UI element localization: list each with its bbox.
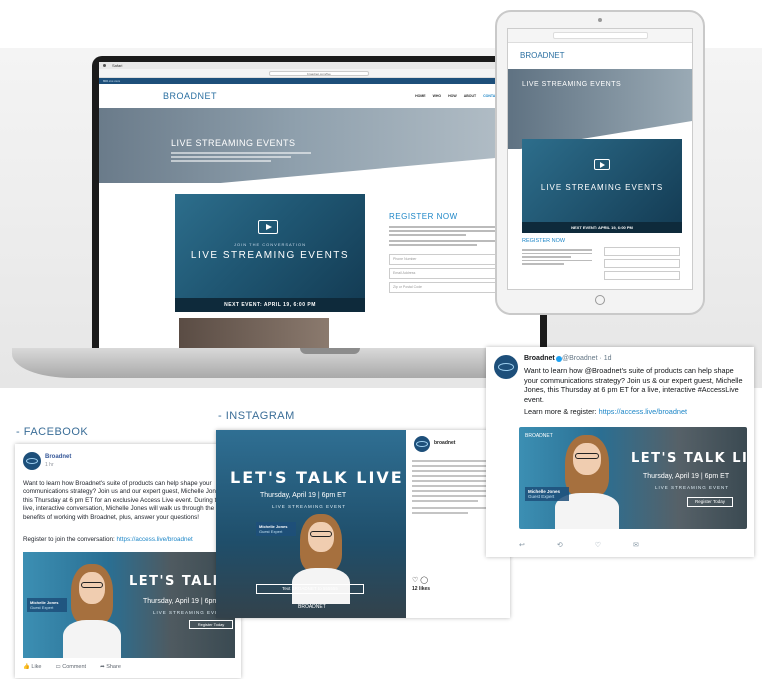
likes-count: 12 likes — [412, 586, 431, 592]
post-time: 1 hr — [45, 462, 54, 468]
heart-icon[interactable]: ♡ — [595, 541, 601, 549]
learn-prefix: Learn more & register: — [524, 407, 597, 416]
facebook-label: - FACEBOOK — [16, 426, 89, 438]
instagram-post: LET'S TALK LIVE Thursday, April 19 | 6pm… — [216, 430, 510, 618]
tablet-logo[interactable]: BROADNET — [520, 51, 564, 60]
tablet-field[interactable] — [604, 247, 680, 256]
tweet-text: Want to learn how @Broadnet's suite of p… — [524, 366, 743, 404]
retweet-icon[interactable]: ⟲ — [557, 541, 563, 549]
register-today-button[interactable]: Register Today — [687, 497, 733, 507]
card-small-title: JOIN THE CONVERSATION — [234, 242, 306, 247]
facebook-post: Broadnet 1 hr Want to learn how Broadnet… — [15, 444, 241, 678]
comment-button[interactable]: ▭ Comment — [55, 664, 86, 670]
play-icon[interactable] — [594, 159, 610, 170]
tablet-register-title: REGISTER NOW — [522, 238, 566, 244]
tablet-register-text — [522, 249, 592, 267]
tweet-learn-line: Learn more & register: https://access.li… — [524, 407, 746, 416]
mac-menu-text: Safari — [112, 63, 123, 68]
post-actions: 👍 Like ▭ Comment ➦ Share — [23, 664, 121, 670]
speaker-photo — [549, 433, 625, 529]
register-prefix: Register to join the conversation: — [23, 536, 115, 543]
promo-title: LET'S TALK LIVE — [230, 468, 404, 487]
tablet-next-event-bar: NEXT EVENT: APRIL 19, 6:00 PM — [522, 222, 682, 233]
promo-date: Thursday, April 19 | 6pm ET — [260, 492, 347, 499]
tablet-address-bar[interactable] — [553, 32, 648, 39]
avatar[interactable] — [494, 355, 518, 379]
home-button-icon[interactable] — [595, 295, 605, 305]
tablet-field[interactable] — [604, 271, 680, 280]
tablet-browser-bar — [508, 29, 692, 43]
camera-icon — [598, 18, 602, 22]
post-register-line: Register to join the conversation: https… — [23, 536, 235, 543]
post-author[interactable]: broadnet — [434, 440, 455, 446]
mac-menu-bar: Safari — [99, 62, 540, 69]
name-tag: Michelle Jones Guest Expert — [256, 522, 296, 536]
tablet-card-title: LIVE STREAMING EVENTS — [540, 183, 664, 192]
brand-logo: BROADNET — [298, 604, 326, 610]
promo-title: LET'S TALK LIVE — [631, 451, 747, 466]
phone-text: 800.xxx.xxxx — [103, 79, 121, 83]
card-title: LIVE STREAMING EVENTS — [190, 250, 350, 261]
phone-field[interactable]: Phone Number — [389, 254, 499, 265]
nav-home[interactable]: HOME — [415, 94, 426, 98]
email-field[interactable]: Email Address — [389, 268, 499, 279]
play-icon[interactable] — [258, 220, 278, 234]
register-description — [389, 226, 499, 248]
nav-links: HOME WHO HOW ABOUT CONTACT — [415, 94, 500, 98]
browser-toolbar: broadnet.com/live — [99, 69, 540, 78]
next-event-bar: NEXT EVENT: APRIL 19, 6:00 PM — [175, 298, 365, 312]
address-bar[interactable]: broadnet.com/live — [269, 71, 369, 76]
hero-title: LIVE STREAMING EVENTS — [171, 138, 296, 148]
avatar[interactable] — [23, 452, 41, 470]
post-author[interactable]: Broadnet — [45, 454, 71, 460]
share-button[interactable]: ➦ Share — [100, 664, 121, 670]
like-comment-icons[interactable]: ♡ ◯ — [412, 576, 428, 584]
twitter-post: Broadnet @Broadnet · 1d Want to learn ho… — [486, 347, 754, 557]
name-tag: Michelle Jones Guest Expert — [525, 487, 569, 501]
event-video-card[interactable]: JOIN THE CONVERSATION LIVE STREAMING EVE… — [175, 194, 365, 312]
text-cta[interactable]: Text BROADNET to 555555 — [256, 584, 364, 594]
thumbnail-strip — [179, 318, 329, 348]
name-tag: Michelle Jones Guest Expert — [27, 598, 67, 612]
register-today-button[interactable]: Register Today — [189, 620, 233, 629]
promo-image[interactable]: BROADNET Michelle Jones Guest Expert LET… — [519, 427, 747, 529]
hero-subtext — [171, 152, 331, 166]
tablet-device: BROADNET LIVE STREAMING EVENTS LIVE STRE… — [495, 10, 705, 315]
tweet-handle: @Broadnet · 1d — [562, 355, 612, 362]
promo-subtitle: LIVE STREAMING EVENT — [272, 504, 347, 509]
instagram-label: - INSTAGRAM — [218, 410, 295, 422]
tablet-screen: BROADNET LIVE STREAMING EVENTS LIVE STRE… — [507, 28, 693, 290]
site-nav: BROADNET HOME WHO HOW ABOUT CONTACT — [99, 84, 540, 108]
tablet-event-card[interactable]: LIVE STREAMING EVENTS NEXT EVENT: APRIL … — [522, 139, 682, 233]
laptop-notch — [300, 348, 360, 354]
post-text: Want to learn how Broadnet's suite of pr… — [23, 480, 225, 521]
speaker-photo — [57, 562, 127, 658]
promo-date: Thursday, April 19 | 6pm ET — [643, 473, 730, 480]
promo-subtitle: LIVE STREAMING EVENT — [655, 485, 730, 490]
register-title: REGISTER NOW — [389, 212, 458, 221]
url-text: broadnet.com/live — [307, 72, 331, 76]
nav-who[interactable]: WHO — [433, 94, 442, 98]
tablet-field[interactable] — [604, 259, 680, 268]
laptop-screen: Safari broadnet.com/live 800.xxx.xxxx BR… — [92, 56, 547, 348]
tweet-link[interactable]: https://access.live/broadnet — [599, 407, 687, 416]
laptop-website: Safari broadnet.com/live 800.xxx.xxxx BR… — [99, 62, 540, 348]
like-button[interactable]: 👍 Like — [23, 664, 41, 670]
nav-how[interactable]: HOW — [448, 94, 457, 98]
tweet-author[interactable]: Broadnet — [524, 355, 555, 362]
broadnet-logo[interactable]: BROADNET — [163, 91, 217, 101]
avatar[interactable] — [414, 436, 430, 452]
zip-field[interactable]: Zip or Postal Code — [389, 282, 499, 293]
promo-image[interactable]: Michelle Jones Guest Expert LET'S TALK L… — [23, 552, 235, 658]
tweet-actions: ↩ ⟲ ♡ ✉ — [519, 541, 639, 549]
promo-image[interactable]: LET'S TALK LIVE Thursday, April 19 | 6pm… — [216, 430, 406, 618]
register-link[interactable]: https://access.live/broadnet — [116, 536, 192, 543]
reply-icon[interactable]: ↩ — [519, 541, 525, 549]
tablet-hero-title: LIVE STREAMING EVENTS — [522, 81, 622, 88]
apple-icon — [103, 64, 106, 67]
message-icon[interactable]: ✉ — [633, 541, 639, 549]
nav-about[interactable]: ABOUT — [464, 94, 476, 98]
